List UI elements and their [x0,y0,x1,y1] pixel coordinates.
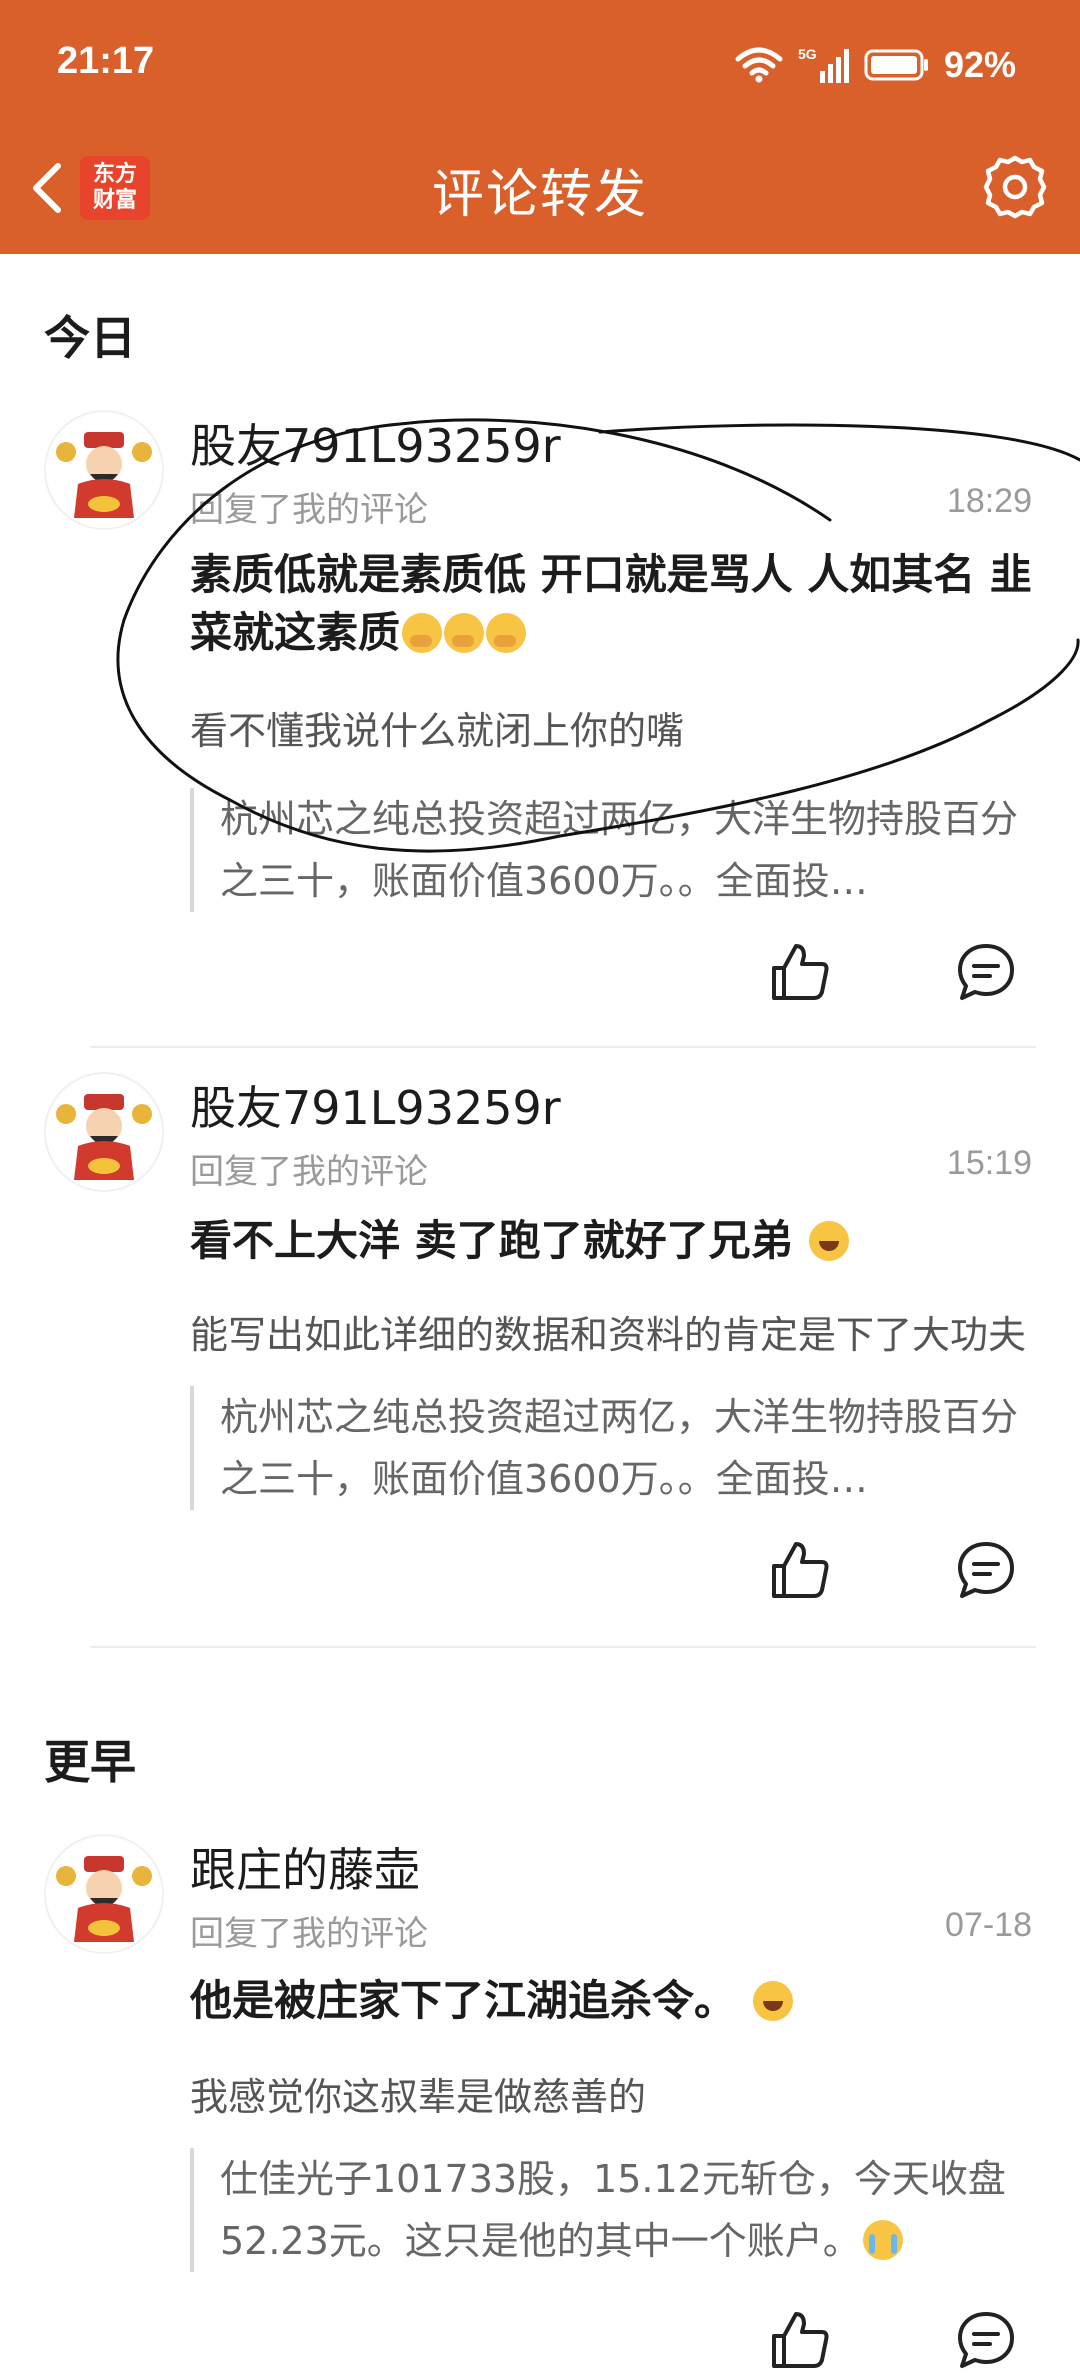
comment-icon[interactable] [954,1538,1018,1602]
comment-icon[interactable] [954,940,1018,1004]
my-comment-text: 我感觉你这叔辈是做慈善的 [190,2075,647,2119]
laughing-face-icon [752,1981,793,2021]
app-header: 21:17 5G 92% 东方 财富 评论转发 [0,0,1080,254]
username[interactable]: 跟庄的藤壶 [190,1834,420,1900]
timestamp: 18:29 [946,482,1032,520]
divider [90,1646,1036,1648]
crying-face-icon [862,2220,903,2260]
timestamp: 15:19 [946,1144,1032,1182]
quoted-post[interactable]: 仕佳光子101733股，15.12元斩仓，今天收盘52.23元。这只是他的其中一… [190,2148,1020,2272]
section-title-today: 今日 [44,311,136,365]
section-title-earlier: 更早 [44,1735,136,1789]
thumbs-up-icon[interactable] [768,1538,832,1602]
quoted-post-text: 杭州芯之纯总投资超过两亿，大洋生物持股百分之三十，账面价值3600万。。全面投… [220,797,1019,903]
hugging-face-icon [486,613,527,653]
timestamp: 07-18 [945,1906,1032,1944]
action-label: 回复了我的评论 [190,490,428,530]
divider [90,1046,1036,1048]
signal-icon: 5G [798,46,849,83]
my-comment-text: 看不懂我说什么就闭上你的嘴 [190,709,685,753]
thumbs-up-icon[interactable] [768,940,832,1004]
battery-percent: 92% [943,44,1016,85]
quoted-post[interactable]: 杭州芯之纯总投资超过两亿，大洋生物持股百分之三十，账面价值3600万。。全面投… [190,788,1020,912]
avatar[interactable] [44,1072,164,1192]
comment-icon[interactable] [954,2308,1018,2372]
avatar-icon [48,414,160,526]
username[interactable]: 股友791L93259r [190,410,561,476]
status-time: 21:17 [57,40,155,82]
status-icons: 5G 92% [734,40,1016,90]
wifi-icon [735,47,783,83]
comment-text[interactable]: 看不上大洋 卖了跑了就好了兄弟 [190,1212,1040,1270]
laughing-face-icon [809,1221,850,1261]
network-label: 5G [798,46,817,62]
comment-text-content: 他是被庄家下了江湖追杀令。 [190,1976,737,2025]
my-comment-text: 能写出如此详细的数据和资料的肯定是下了大功夫 [190,1313,1027,1357]
hugging-face-icon [444,613,485,653]
battery-icon [864,49,928,81]
comment-text[interactable]: 素质低就是素质低 开口就是骂人 人如其名 韭菜就这素质 [190,546,1040,662]
comment-text-content: 看不上大洋 卖了跑了就好了兄弟 [190,1216,793,1265]
quoted-post[interactable]: 杭州芯之纯总投资超过两亿，大洋生物持股百分之三十，账面价值3600万。。全面投… [190,1386,1020,1510]
action-label: 回复了我的评论 [190,1914,428,1954]
hugging-face-icon [402,613,443,653]
quoted-post-text: 杭州芯之纯总投资超过两亿，大洋生物持股百分之三十，账面价值3600万。。全面投… [220,1395,1019,1501]
thumbs-up-icon[interactable] [768,2308,832,2372]
quoted-post-content: 仕佳光子101733股，15.12元斩仓，今天收盘52.23元。这只是他的其中一… [220,2148,1020,2272]
gear-icon[interactable] [980,152,1050,222]
page-title: 评论转发 [431,165,648,225]
avatar[interactable] [44,1834,164,1954]
avatar[interactable] [44,410,164,530]
comment-text[interactable]: 他是被庄家下了江湖追杀令。 [190,1972,1040,2030]
username[interactable]: 股友791L93259r [190,1072,561,1138]
action-label: 回复了我的评论 [190,1152,428,1192]
avatar-icon [48,1838,160,1950]
avatar-icon [48,1076,160,1188]
comment-text-content: 素质低就是素质低 开口就是骂人 人如其名 韭菜就这素质 [190,550,1032,657]
